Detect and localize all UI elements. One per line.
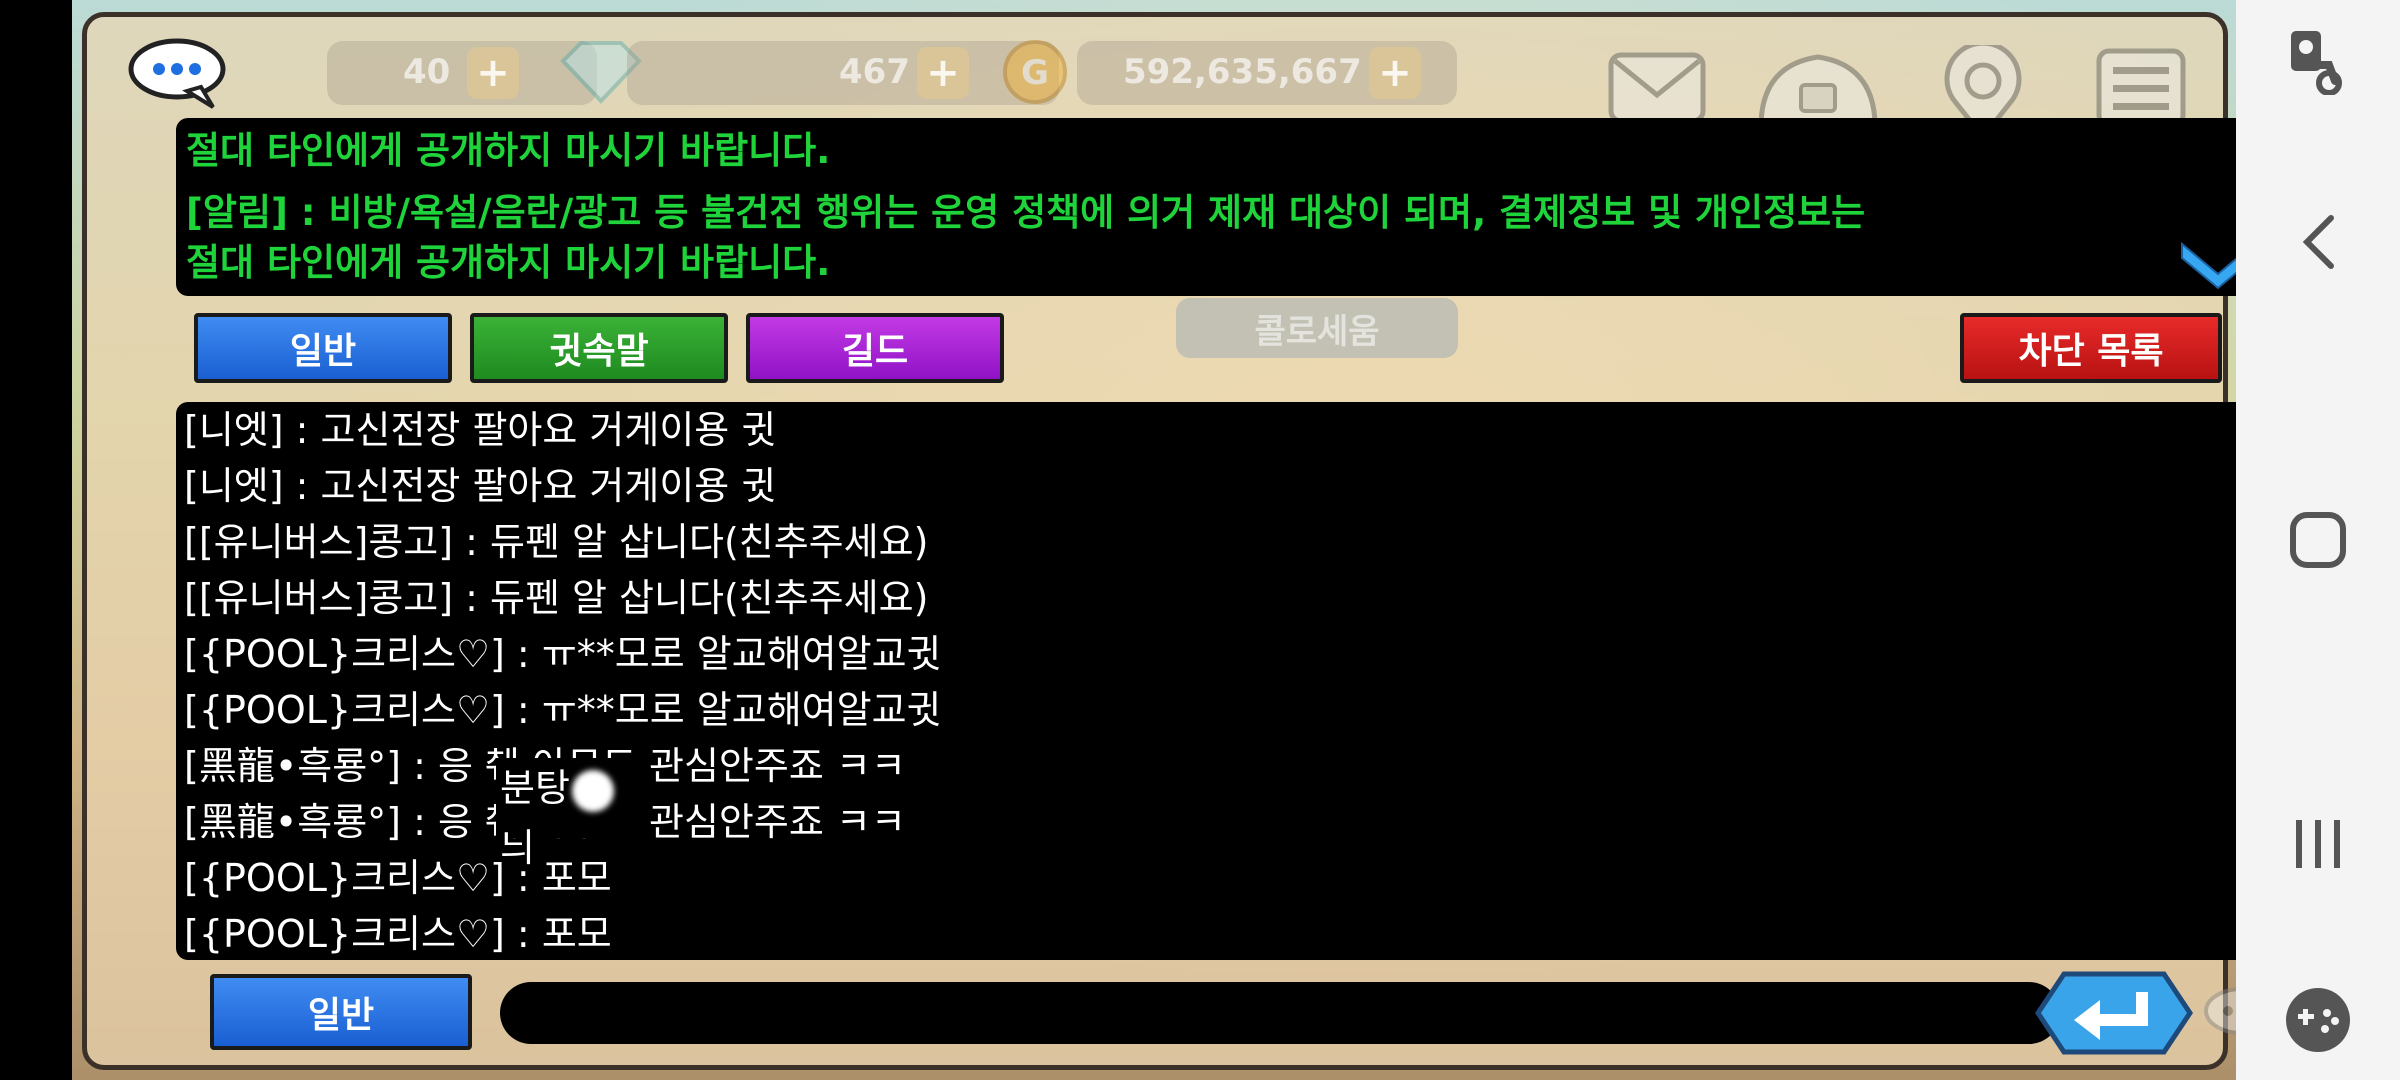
chat-messages[interactable]: [니엣] : 고신전장 팔아요 거게이용 귓 [니엣] : 고신전장 팔아요 거…: [176, 402, 2236, 960]
energy-value: 40: [403, 52, 451, 92]
recents-icon[interactable]: [2272, 798, 2364, 890]
game-tools-icon[interactable]: [2272, 974, 2364, 1066]
currency-bar: 40 + 467 + G 592,635,667 +: [87, 17, 2223, 141]
android-nav-bar: [2236, 0, 2400, 1080]
gems-plus-button[interactable]: +: [917, 47, 969, 99]
chat-message: [{POOL}크리스♡] : ㅠ**모로 알교해여알교귓: [184, 688, 942, 732]
chat-input[interactable]: [500, 982, 2060, 1044]
notice-line: [알림] : 비방/욕설/음란/광고 등 불건전 행위는 운영 정책에 의거 제…: [186, 191, 1866, 234]
chevron-down-icon[interactable]: [2178, 234, 2236, 290]
gold-value: 592,635,667: [1123, 52, 1362, 92]
tab-normal[interactable]: 일반: [194, 313, 452, 383]
chat-bubble-icon: [2204, 987, 2236, 1035]
gold-coin-icon: G: [1003, 40, 1067, 104]
accessibility-icon[interactable]: [2272, 14, 2364, 106]
blur-blob: [571, 769, 614, 812]
gems-value: 467: [839, 52, 910, 92]
back-icon[interactable]: [2272, 196, 2364, 288]
enter-icon[interactable]: [2034, 970, 2194, 1056]
chat-message: [[유니버스]콩고] : 듀펜 알 삽니다(친추주세요): [184, 576, 929, 620]
notice-box: 절대 타인에게 공개하지 마시기 바랍니다. [알림] : 비방/욕설/음란/광…: [176, 118, 2236, 296]
chat-message: [黑龍•흑룡°] : 응 췌 아무도 관심안주죠 ㅋㅋ: [184, 800, 906, 844]
game-screen: 40 + 467 + G 592,635,667 + 절대 타인에게 공개하지 …: [72, 0, 2236, 1080]
gold-plus-button[interactable]: +: [1369, 47, 1421, 99]
chat-message: [黑龍•흑룡°] : 응 췌 아무도 관심안주죠 ㅋㅋ: [184, 744, 906, 788]
overlay-text-right: 늬: [500, 826, 535, 870]
chat-message: [{POOL}크리스♡] : ㅠ**모로 알교해여알교귓: [184, 632, 942, 676]
overlay-text-left: 분탕: [500, 766, 570, 810]
tab-guild[interactable]: 길드: [746, 313, 1004, 383]
colosseum-label: 콜로세움: [1176, 298, 1458, 358]
svg-text:G: G: [1021, 53, 1049, 93]
chat-message: [니엣] : 고신전장 팔아요 거게이용 귓: [184, 464, 777, 508]
notice-line: 절대 타인에게 공개하지 마시기 바랍니다.: [186, 241, 831, 284]
chat-message: [니엣] : 고신전장 팔아요 거게이용 귓: [184, 408, 777, 452]
home-icon[interactable]: [2272, 494, 2364, 586]
chat-message: [[유니버스]콩고] : 듀펜 알 삽니다(친추주세요): [184, 520, 929, 564]
chat-message: [{POOL}크리스♡] : 포모: [184, 912, 612, 956]
left-bezel: [0, 0, 72, 1080]
censor-overlay: 분탕늬: [496, 758, 646, 870]
notice-line: 절대 타인에게 공개하지 마시기 바랍니다.: [186, 129, 831, 172]
channel-select-button[interactable]: 일반: [210, 974, 472, 1050]
block-list-button[interactable]: 차단 목록: [1960, 313, 2222, 383]
chat-message: [{POOL}크리스♡] : 포모: [184, 856, 612, 900]
chat-bubble-icon[interactable]: [127, 37, 231, 109]
energy-plus-button[interactable]: +: [467, 47, 519, 99]
tab-whisper[interactable]: 귓속말: [470, 313, 728, 383]
